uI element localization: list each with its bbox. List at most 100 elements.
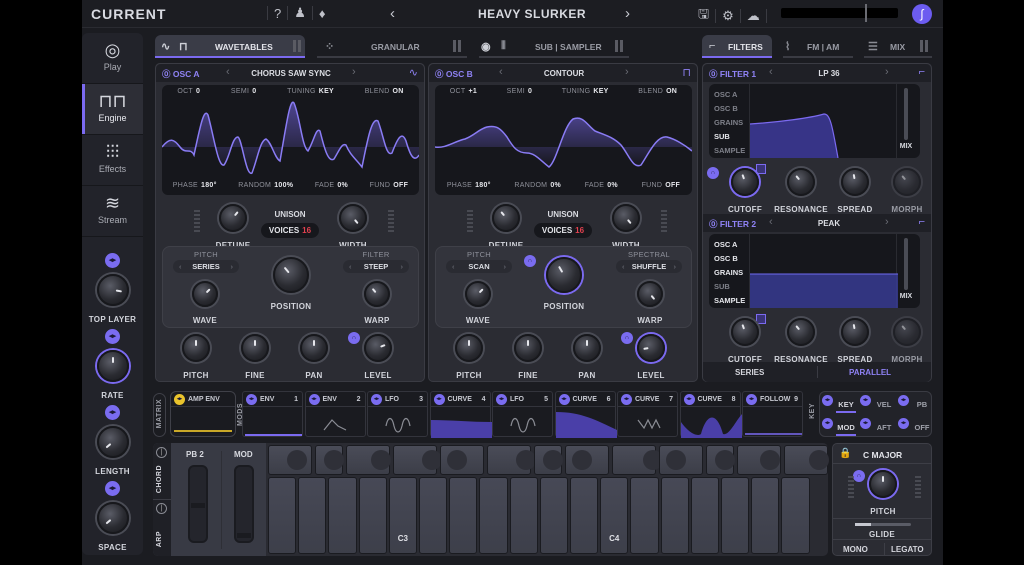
mod-slot-curve-7[interactable]: ◂▸ CURVE 7 — [617, 391, 678, 437]
osc-b-voices[interactable]: VOICES 16 — [533, 223, 593, 238]
filter2-source-grains[interactable]: GRAINS — [714, 266, 745, 280]
scale-name[interactable]: C MAJOR — [863, 450, 902, 460]
user-icon[interactable]: ♟ — [294, 5, 306, 21]
filter1-next[interactable]: › — [885, 66, 889, 78]
osc-b-preset[interactable]: CONTOUR — [509, 69, 619, 78]
filter1-source-osc-b[interactable]: OSC B — [714, 102, 745, 116]
white-key[interactable]: C3 — [388, 477, 417, 554]
osc-b-pitch-knob[interactable] — [455, 334, 483, 362]
filter1-spread-knob[interactable] — [841, 168, 869, 196]
mod-wheel[interactable] — [234, 465, 254, 543]
tab-wavetables[interactable]: ∿ ⊓ WAVETABLES — [155, 35, 305, 58]
gear-icon[interactable]: ⚙ — [722, 8, 734, 24]
filter2-power[interactable]: ⓪ FILTER 2 — [709, 218, 756, 230]
osc-b-random[interactable]: RANDOM 0% — [514, 182, 561, 189]
avatar[interactable]: ∫ — [912, 4, 932, 24]
osc-a-prev[interactable]: ‹ — [226, 66, 230, 78]
mod-slot-curve-6[interactable]: ◂▸ CURVE 6 — [554, 391, 617, 438]
filter2-source-sample[interactable]: SAMPLE — [714, 294, 745, 308]
white-key[interactable] — [449, 477, 478, 554]
osc-b-power[interactable]: ⓪ OSC B — [435, 68, 473, 80]
filter1-resonance-knob[interactable] — [787, 168, 815, 196]
osc-a-width-knob[interactable] — [339, 204, 367, 232]
osc-a-wave-knob[interactable] — [192, 281, 218, 307]
osc-b-width-knob[interactable] — [612, 204, 640, 232]
sidebar-item-engine[interactable]: ⊓⊓ Engine — [82, 84, 143, 134]
mod-slot-curve-4[interactable]: ◂▸ CURVE 4 — [429, 391, 492, 438]
matrix-button[interactable]: MATRIX — [156, 399, 163, 428]
mod-slot-lfo-3[interactable]: ◂▸ LFO 3 — [367, 391, 428, 437]
osc-b-pan-knob[interactable] — [573, 334, 601, 362]
black-key[interactable] — [268, 445, 312, 475]
white-key[interactable] — [570, 477, 599, 554]
black-key[interactable] — [737, 445, 781, 475]
cloud-icon[interactable]: ☁ — [747, 8, 760, 24]
scale-pitch-knob[interactable] — [869, 470, 897, 498]
black-key[interactable] — [346, 445, 391, 475]
filter2-prev[interactable]: ‹ — [769, 216, 773, 228]
osc-b-phase[interactable]: PHASE 180° — [447, 182, 491, 189]
filter1-morph-knob[interactable] — [893, 168, 921, 196]
mod-assign-button[interactable]: ◂▸ — [558, 394, 570, 405]
black-key[interactable] — [565, 445, 609, 475]
white-key[interactable] — [298, 477, 327, 554]
filter2-next[interactable]: › — [885, 216, 889, 228]
white-key[interactable]: C4 — [600, 477, 629, 554]
filter1-source-osc-a[interactable]: OSC A — [714, 88, 745, 102]
osc-a-tuning[interactable]: TUNING KEY — [287, 88, 334, 95]
preset-name[interactable]: HEAVY SLURKER — [437, 7, 627, 21]
black-key[interactable] — [315, 445, 344, 475]
key-source-key[interactable]: ◂▸ KEY — [820, 392, 857, 414]
osc-b-wavetable-display[interactable]: OCT +1 SEMI 0 TUNING KEY BLEND ON PHASE 180° … — [435, 85, 692, 195]
white-key[interactable] — [781, 477, 810, 554]
black-key[interactable] — [784, 445, 829, 475]
osc-b-next[interactable]: › — [625, 66, 629, 78]
white-key[interactable] — [721, 477, 750, 554]
osc-b-pitch-mode[interactable]: SCAN — [446, 260, 512, 273]
white-key[interactable] — [479, 477, 508, 554]
mod-assign-button[interactable]: ◂▸ — [433, 394, 445, 405]
white-key[interactable] — [690, 477, 719, 554]
osc-b-tuning[interactable]: TUNING KEY — [562, 88, 609, 95]
mod-slot-lfo-5[interactable]: ◂▸ LFO 5 — [492, 391, 553, 437]
tab-sub-sampler[interactable]: ◉ ⦀ SUB | SAMPLER — [479, 35, 629, 58]
osc-a-phase[interactable]: PHASE 180° — [173, 182, 217, 189]
routing-series[interactable]: SERIES — [735, 368, 764, 377]
key-source-mod[interactable]: ◂▸ MOD — [820, 415, 857, 437]
osc-a-wavetable-display[interactable]: OCT 0 SEMI 0 TUNING KEY BLEND ON PHASE 180° R… — [162, 85, 419, 195]
osc-a-preset[interactable]: CHORUS SAW SYNC — [236, 69, 346, 78]
filter2-morph-knob[interactable] — [893, 318, 921, 346]
osc-a-pitch-knob[interactable] — [182, 334, 210, 362]
black-key[interactable] — [659, 445, 703, 475]
osc-a-voices[interactable]: VOICES 16 — [260, 223, 320, 238]
white-key[interactable] — [539, 477, 568, 554]
osc-a-next[interactable]: › — [352, 66, 356, 78]
filter1-cutoff-knob[interactable] — [731, 168, 759, 196]
length-knob[interactable] — [96, 426, 129, 458]
top-layer-knob[interactable] — [96, 274, 129, 306]
black-key[interactable] — [393, 445, 442, 475]
sidebar-item-effects[interactable]: ⫶⫶⫶ Effects — [82, 135, 143, 185]
osc-b-level-knob[interactable] — [637, 334, 665, 362]
osc-b-fine-knob[interactable] — [514, 334, 542, 362]
osc-a-pan-knob[interactable] — [300, 334, 328, 362]
bell-icon[interactable]: ♦ — [319, 6, 326, 21]
lock-icon[interactable]: 🔒 — [839, 448, 851, 459]
filter1-prev[interactable]: ‹ — [769, 66, 773, 78]
mod-assign-button[interactable]: ◂▸ — [371, 394, 382, 405]
filter1-source-sample[interactable]: SAMPLE — [714, 144, 745, 158]
white-key[interactable] — [630, 477, 659, 554]
legato-toggle[interactable]: LEGATO — [891, 545, 924, 554]
tab-mix[interactable]: ☰ MIX — [864, 35, 932, 58]
mod-slot-env-2[interactable]: ◂▸ ENV 2 — [304, 391, 366, 437]
chord-tab[interactable]: CHORD — [156, 465, 163, 493]
filter2-resonance-knob[interactable] — [787, 318, 815, 346]
arp-power[interactable]: | — [156, 503, 167, 514]
chord-power[interactable]: | — [156, 447, 167, 458]
mod-slot-follow-9[interactable]: ◂▸ FOLLOW 9 — [742, 391, 803, 437]
white-key[interactable] — [328, 477, 357, 554]
glide-slider[interactable] — [855, 523, 911, 526]
sidebar-item-stream[interactable]: ≋ Stream — [82, 186, 143, 236]
filter2-source-osc-a[interactable]: OSC A — [714, 238, 745, 252]
osc-b-spectral-mode[interactable]: SHUFFLE — [616, 260, 682, 273]
